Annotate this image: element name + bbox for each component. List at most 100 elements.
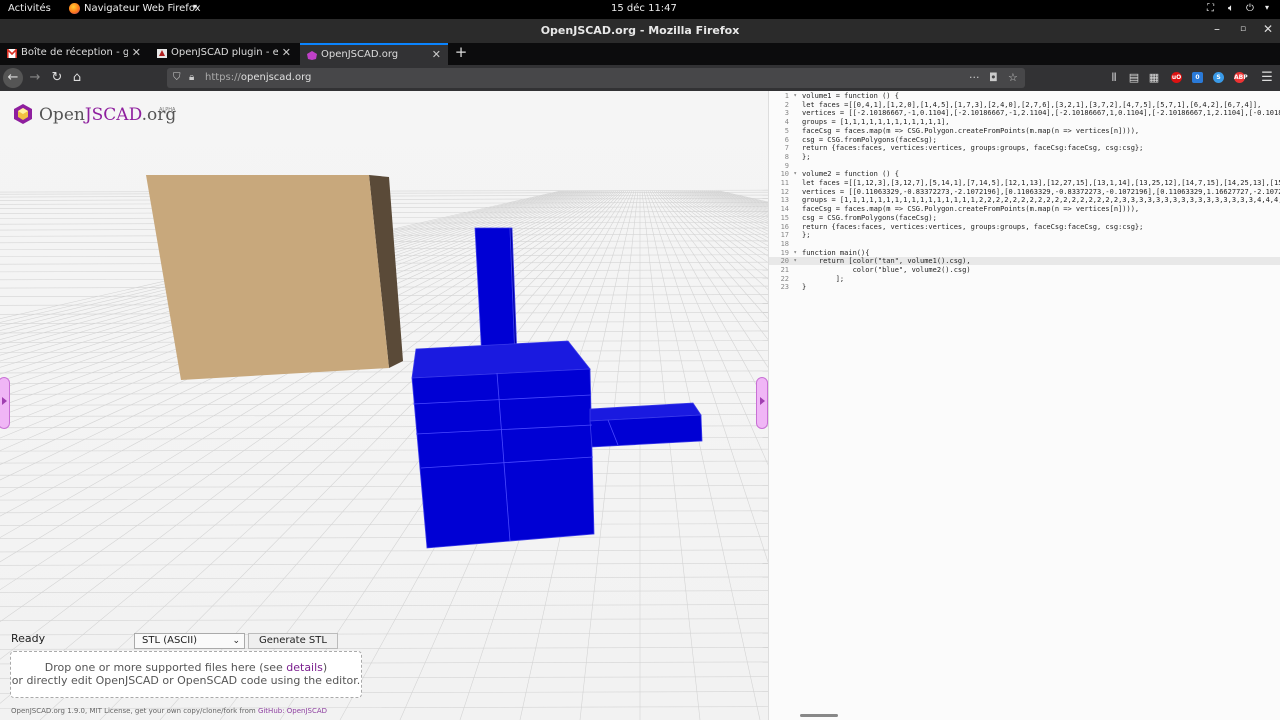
maximize-icon[interactable]: ▫ — [1240, 24, 1246, 34]
minimize-icon[interactable]: – — [1214, 22, 1220, 36]
code-line[interactable]: let faces =[[0,4,1],[1,2,0],[1,4,5],[1,7… — [802, 101, 1280, 109]
fold-toggle-icon[interactable]: ▾ — [793, 170, 797, 177]
app-menu-button[interactable]: Navigateur Web Firefox — [84, 3, 201, 14]
code-line[interactable]: vertices = [[0.11063329,-0.83372273,-2.1… — [802, 188, 1280, 196]
url-bar[interactable]: ⛉ 🔒︎ https://openjscad.org ··· ◘ ☆ — [167, 68, 1025, 88]
new-tab-button[interactable]: + — [452, 43, 470, 65]
extension-badge-icon[interactable]: 0 — [1192, 72, 1203, 83]
file-drop-zone[interactable]: Drop one or more supported files here (s… — [10, 651, 362, 698]
back-arrow-icon[interactable]: ← — [3, 68, 23, 88]
close-tab-icon[interactable]: ✕ — [132, 46, 141, 59]
sidebar-icon[interactable]: ▤ — [1125, 69, 1143, 87]
code-line[interactable]: csg = CSG.fromPolygons(faceCsg); — [802, 136, 1280, 144]
forward-arrow-icon[interactable]: → — [26, 69, 44, 87]
fold-toggle-icon[interactable]: ▾ — [793, 257, 797, 264]
power-icon[interactable]: ⏻ — [1246, 3, 1254, 14]
chevron-down-icon: ⌄ — [232, 636, 240, 646]
reload-icon[interactable]: ↻ — [48, 69, 66, 87]
clock[interactable]: 15 déc 11:47 — [611, 3, 677, 14]
volume-icon[interactable]: 🔈︎ — [1228, 3, 1234, 14]
firefox-icon — [69, 3, 80, 14]
code-line[interactable]: } — [802, 283, 1280, 291]
footer-text: OpenJSCAD.org 1.9.0, MIT License, get yo… — [11, 707, 328, 715]
drop-text-line-2: or directly edit OpenJSCAD or OpenSCAD c… — [11, 674, 361, 687]
line-number: 15 — [780, 213, 789, 222]
library-icon[interactable]: ⫴ — [1105, 69, 1123, 87]
sync-extension-icon[interactable]: S — [1213, 72, 1224, 83]
code-line[interactable]: }; — [802, 231, 1280, 239]
code-line[interactable]: return {faces:faces, vertices:vertices, … — [802, 144, 1280, 152]
line-number: 17 — [780, 231, 789, 240]
line-number: 8 — [784, 152, 789, 161]
details-link[interactable]: details — [286, 661, 323, 674]
line-number: 19 ▾ — [780, 248, 797, 257]
close-window-icon[interactable]: ✕ — [1263, 22, 1273, 36]
code-line[interactable]: volume2 = function () { — [802, 170, 1280, 178]
code-line[interactable] — [802, 162, 1280, 170]
network-icon[interactable]: ⛶ — [1207, 3, 1214, 14]
window-title: OpenJSCAD.org - Mozilla Firefox — [540, 24, 740, 37]
code-line[interactable]: function main(){ — [802, 249, 1280, 257]
activities-button[interactable]: Activités — [8, 3, 51, 14]
code-line[interactable]: csg = CSG.fromPolygons(faceCsg); — [802, 214, 1280, 222]
blue-post-top — [474, 227, 516, 361]
left-panel-toggle[interactable] — [0, 377, 10, 429]
code-line[interactable]: faceCsg = faces.map(m => CSG.Polygon.cre… — [802, 127, 1280, 135]
viewer-canvas[interactable] — [0, 91, 768, 720]
tracking-shield-icon[interactable]: ⛉ — [173, 72, 181, 83]
line-number: 2 — [784, 100, 789, 109]
logo-text: OpenJSCAD.org — [39, 105, 177, 125]
pocket-icon[interactable]: ◘ — [989, 71, 998, 84]
line-number: 3 — [784, 109, 789, 118]
system-top-bar: Activités Navigateur Web Firefox ▾ 15 dé… — [0, 0, 1280, 19]
editor-panel-toggle[interactable] — [756, 377, 768, 429]
tan-volume[interactable] — [146, 175, 403, 380]
adblock-plus-icon[interactable]: ABP — [1234, 72, 1248, 83]
navigation-toolbar: ← → ↻ ⌂ ⛉ 🔒︎ https://openjscad.org ··· ◘… — [0, 65, 1280, 91]
home-icon[interactable]: ⌂ — [68, 69, 86, 87]
3d-viewer[interactable]: OpenJSCAD.org ALPHA Ready STL (ASCII) ⌄ G… — [0, 91, 768, 720]
code-line[interactable]: vertices = [[-2.10186667,-1,0.1104],[-2.… — [802, 109, 1280, 117]
generate-stl-button[interactable]: Generate STL — [248, 633, 338, 649]
window-title-bar: OpenJSCAD.org - Mozilla Firefox – ▫ ✕ — [0, 19, 1280, 43]
drop-text-line-1: Drop one or more supported files here (s… — [44, 661, 328, 674]
line-number: 9 — [784, 161, 789, 170]
tab-openjscad-plugin[interactable]: OpenJSCAD plugin - exp ✕ — [150, 43, 298, 65]
code-line[interactable]: faceCsg = faces.map(m => CSG.Polygon.cre… — [802, 205, 1280, 213]
fold-toggle-icon[interactable]: ▾ — [793, 92, 797, 99]
code-line[interactable]: volume1 = function () { — [802, 92, 1280, 100]
tab-label: OpenJSCAD.org — [321, 49, 399, 60]
hamburger-menu-icon[interactable]: ☰ — [1258, 69, 1276, 87]
export-format-select[interactable]: STL (ASCII) ⌄ — [134, 633, 245, 649]
code-line[interactable]: return {faces:faces, vertices:vertices, … — [802, 223, 1280, 231]
code-line[interactable]: ]; — [802, 275, 1280, 283]
code-line[interactable]: color("blue", volume2().csg) — [802, 266, 1280, 274]
containers-icon[interactable]: ▦ — [1145, 69, 1163, 87]
ublock-icon[interactable]: uO — [1171, 72, 1182, 83]
line-number: 22 — [780, 274, 789, 283]
close-tab-icon[interactable]: ✕ — [432, 48, 441, 61]
lock-icon[interactable]: 🔒︎ — [189, 72, 194, 83]
bookmark-star-icon[interactable]: ☆ — [1008, 71, 1018, 84]
code-line[interactable]: return [color("tan", volume1().csg), — [802, 257, 1280, 265]
url-text[interactable]: https://openjscad.org — [205, 72, 311, 83]
line-number: 1 ▾ — [784, 92, 797, 100]
line-number: 23 — [780, 283, 789, 292]
code-line[interactable]: groups = [1,1,1,1,1,1,1,1,1,1,1,1,1,1,1,… — [802, 196, 1280, 204]
tab-gmail[interactable]: Boîte de réception - gilb ✕ — [0, 43, 148, 65]
github-link[interactable]: GitHub: OpenJSCAD — [258, 707, 327, 715]
close-tab-icon[interactable]: ✕ — [282, 46, 291, 59]
code-line[interactable]: }; — [802, 153, 1280, 161]
code-line[interactable]: let faces =[[1,12,3],[3,12,7],[5,14,1],[… — [802, 179, 1280, 187]
code-editor[interactable]: 1 ▾ volume1 = function () { 2 let faces =[[0… — [768, 91, 1280, 720]
code-line[interactable] — [802, 240, 1280, 248]
editor-scrollbar[interactable] — [800, 714, 838, 717]
code-line[interactable]: groups = [1,1,1,1,1,1,1,1,1,1,1,1], — [802, 118, 1280, 126]
line-number: 18 — [780, 239, 789, 248]
system-menu-chevron-icon[interactable]: ▾ — [1265, 3, 1269, 12]
page-actions-icon[interactable]: ··· — [969, 71, 980, 84]
fold-toggle-icon[interactable]: ▾ — [793, 249, 797, 256]
tab-openjscad-org[interactable]: OpenJSCAD.org ✕ — [300, 43, 448, 65]
line-number: 12 — [780, 187, 789, 196]
line-number: 11 — [780, 179, 789, 187]
